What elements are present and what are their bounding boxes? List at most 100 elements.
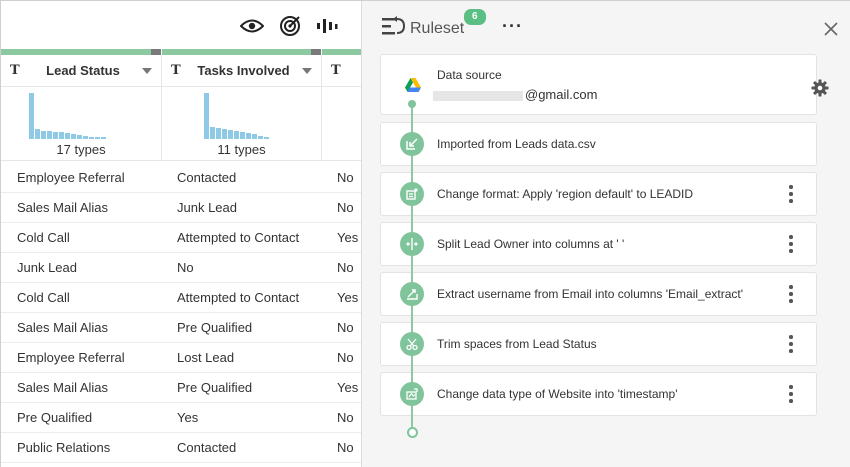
table-cell[interactable]: Attempted to Contact xyxy=(177,283,327,313)
histogram-bar[interactable] xyxy=(264,137,269,139)
ruleset-step[interactable]: Imported from Leads data.csv xyxy=(380,122,817,166)
table-cell[interactable]: No xyxy=(337,313,361,343)
histogram-bar[interactable] xyxy=(258,136,263,139)
ruleset-step-label: Change format: Apply 'region default' to… xyxy=(437,187,694,201)
ruleset-step[interactable]: Change format: Apply 'region default' to… xyxy=(380,172,817,216)
table-row[interactable]: Sales Mail Alias Pre Qualified Yes xyxy=(1,373,361,403)
histogram-bar[interactable] xyxy=(95,137,100,139)
table-cell[interactable]: No xyxy=(337,433,361,463)
ruleset-step[interactable]: Change data type of Website into 'timest… xyxy=(380,372,817,416)
table-row[interactable]: Cold Call Attempted to Contact Yes xyxy=(1,223,361,253)
table-cell[interactable]: Cold Call xyxy=(17,223,167,253)
histogram-bar[interactable] xyxy=(83,136,88,139)
column-histogram-tasks-involved[interactable]: 11 types xyxy=(162,87,322,161)
table-cell[interactable]: Employee Referral xyxy=(17,343,167,373)
histogram-bar[interactable] xyxy=(65,133,70,139)
table-cell[interactable]: Junk Lead xyxy=(17,253,167,283)
histogram-bar[interactable] xyxy=(252,134,257,139)
histogram-bar[interactable] xyxy=(228,130,233,139)
table-cell[interactable]: No xyxy=(337,253,361,283)
table-cell[interactable]: Cold Call xyxy=(17,283,167,313)
histogram-bar[interactable] xyxy=(53,132,58,139)
table-cell[interactable]: No xyxy=(177,253,327,283)
histogram-bar[interactable] xyxy=(101,137,106,139)
google-drive-icon xyxy=(405,78,421,97)
table-row[interactable]: Sales Mail Alias Pre Qualified No xyxy=(1,313,361,343)
table-cell[interactable]: Junk Lead xyxy=(177,193,327,223)
trim-icon xyxy=(400,332,424,356)
histogram-bar[interactable] xyxy=(210,127,215,139)
target-icon[interactable] xyxy=(277,14,303,38)
ruleset-step[interactable]: Trim spaces from Lead Status xyxy=(380,322,817,366)
histogram-bar[interactable] xyxy=(89,137,94,139)
ruleset-step-label: Extract username from Email into columns… xyxy=(437,287,744,301)
table-row[interactable]: Employee Referral Lost Lead No xyxy=(1,343,361,373)
table-row[interactable]: Public Relations Contacted No xyxy=(1,433,361,463)
histogram-bar[interactable] xyxy=(222,129,227,139)
column-type-count: 11 types xyxy=(217,142,266,157)
table-row[interactable]: Sales Mail Alias Junk Lead No xyxy=(1,193,361,223)
histogram-bar[interactable] xyxy=(246,133,251,139)
table-cell[interactable]: Yes xyxy=(337,223,361,253)
table-cell[interactable]: Lost Lead xyxy=(177,343,327,373)
table-cell[interactable]: Attempted to Contact xyxy=(177,223,327,253)
grid-toolbar xyxy=(1,1,361,49)
ruleset-more-button[interactable]: ··· xyxy=(502,16,523,37)
table-cell[interactable]: Sales Mail Alias xyxy=(17,373,167,403)
table-cell[interactable]: Employee Referral xyxy=(17,163,167,193)
table-row[interactable]: Cold Call Attempted to Contact Yes xyxy=(1,283,361,313)
data-source-card[interactable]: Data source @gmail.com xyxy=(380,54,829,115)
kebab-menu-icon[interactable] xyxy=(788,335,794,357)
table-cell[interactable]: No xyxy=(337,403,361,433)
table-cell[interactable]: No xyxy=(337,163,361,193)
ruleset-step[interactable]: Split Lead Owner into columns at ' ' xyxy=(380,222,817,266)
column-histogram-lead-status[interactable]: 17 types xyxy=(1,87,162,161)
table-cell[interactable]: Contacted xyxy=(177,433,327,463)
column-header-lead-status[interactable]: T Lead Status xyxy=(1,55,162,87)
histogram-bar[interactable] xyxy=(71,134,76,139)
table-cell[interactable]: Sales Mail Alias xyxy=(17,193,167,223)
histogram-bar[interactable] xyxy=(59,132,64,139)
data-quality-icon[interactable] xyxy=(314,14,340,38)
chevron-down-icon[interactable] xyxy=(142,67,152,74)
ruleset-step-label: Trim spaces from Lead Status xyxy=(437,337,597,351)
table-cell[interactable]: Yes xyxy=(337,373,361,403)
table-row[interactable]: Junk Lead No No xyxy=(1,253,361,283)
histogram-bar[interactable] xyxy=(35,129,40,139)
table-cell[interactable]: Public Relations xyxy=(17,433,167,463)
histogram-bar[interactable] xyxy=(47,131,52,139)
kebab-menu-icon[interactable] xyxy=(788,185,794,207)
table-cell[interactable]: Pre Qualified xyxy=(17,403,167,433)
histogram-bar[interactable] xyxy=(41,131,46,139)
table-cell[interactable]: No xyxy=(337,343,361,373)
histogram-bar[interactable] xyxy=(234,131,239,139)
table-row[interactable]: Pre Qualified Yes No xyxy=(1,403,361,433)
table-row[interactable]: Employee Referral Contacted No xyxy=(1,163,361,193)
gear-icon[interactable] xyxy=(811,79,829,102)
kebab-menu-icon[interactable] xyxy=(788,385,794,407)
histogram-bar[interactable] xyxy=(204,93,209,139)
table-cell[interactable]: Yes xyxy=(337,283,361,313)
table-cell[interactable]: Pre Qualified xyxy=(177,313,327,343)
table-cell[interactable]: Contacted xyxy=(177,163,327,193)
column-header-third[interactable]: T xyxy=(322,55,361,87)
change-type-icon xyxy=(400,382,424,406)
column-header-tasks-involved[interactable]: T Tasks Involved xyxy=(162,55,322,87)
table-cell[interactable]: Sales Mail Alias xyxy=(17,313,167,343)
chevron-down-icon[interactable] xyxy=(302,67,312,74)
histogram-bar[interactable] xyxy=(216,128,221,139)
kebab-menu-icon[interactable] xyxy=(788,285,794,307)
close-icon[interactable] xyxy=(823,21,839,37)
histogram-bar[interactable] xyxy=(29,93,34,139)
table-cell[interactable]: No xyxy=(337,193,361,223)
kebab-menu-icon[interactable] xyxy=(788,235,794,257)
table-cell[interactable]: Pre Qualified xyxy=(177,373,327,403)
histogram-bar[interactable] xyxy=(240,132,245,139)
text-type-icon: T xyxy=(171,63,181,78)
table-cell[interactable]: Yes xyxy=(177,403,327,433)
eye-icon[interactable] xyxy=(239,14,265,38)
ruleset-step-label: Change data type of Website into 'timest… xyxy=(437,387,678,401)
histogram-bar[interactable] xyxy=(77,135,82,139)
ruleset-step[interactable]: Extract username from Email into columns… xyxy=(380,272,817,316)
ruleset-panel: Ruleset 6 ··· Data source @gmail.com Imp… xyxy=(361,1,850,467)
